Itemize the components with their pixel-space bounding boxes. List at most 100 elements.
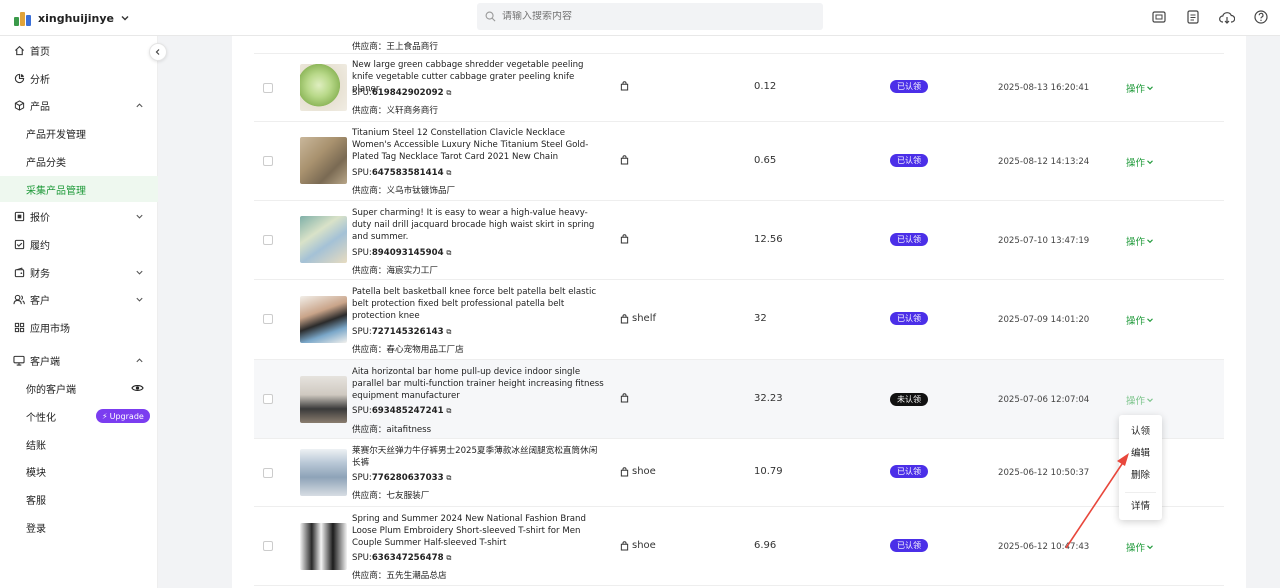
sidebar-item-your-client[interactable]: 你的客户端 [0,375,158,401]
workspace-name: xinghuijinye [38,11,115,25]
chevron-down-icon [1147,239,1153,244]
sidebar: 首页 分析 产品 产品开发管理 产品分类 采集产品管理 报价 履约 财务 客户 … [0,36,158,588]
actions-dropdown[interactable]: 操作 [1126,540,1154,554]
document-icon[interactable] [1184,8,1202,26]
product-title[interactable]: 莱赛尔天丝弹力牛仔裤男士2025夏季薄款冰丝阔腿宽松直筒休闲长裤 [352,445,604,469]
shopping-bag-icon [620,313,629,324]
actions-dropdown[interactable]: 操作 [1126,393,1154,407]
copy-icon[interactable]: ⧉ [446,89,451,97]
search-box[interactable] [477,3,823,30]
chevron-up-icon [136,357,143,362]
date-text: 2025-07-09 14:01:20 [998,315,1090,325]
table-row: Patella belt basketball knee force belt … [254,280,1224,360]
search-input[interactable] [502,11,802,22]
row-checkbox[interactable] [263,394,273,404]
product-thumbnail[interactable] [300,64,347,111]
help-icon[interactable] [1252,8,1270,26]
spu-text: SPU:647583581414 ⧉ [352,168,451,178]
actions-dropdown[interactable]: 操作 [1126,234,1154,248]
date-text: 2025-06-12 10:50:37 [998,468,1090,478]
menu-item-delete[interactable]: 删除 [1119,467,1162,481]
sidebar-item-app-market[interactable]: 应用市场 [0,314,158,340]
tag-cell[interactable] [620,81,632,91]
copy-icon[interactable]: ⧉ [446,249,451,257]
status-badge: 已认领 [890,233,928,246]
upgrade-badge[interactable]: ⚡ Upgrade [96,409,150,423]
menu-item-claim[interactable]: 认领 [1119,423,1162,437]
tag-cell[interactable] [620,393,632,403]
tag-cell[interactable] [620,234,632,244]
sidebar-item-product-category[interactable]: 产品分类 [0,148,158,174]
sidebar-item-home[interactable]: 首页 [0,37,158,63]
product-thumbnail[interactable] [300,137,347,184]
finance-icon [13,266,25,278]
status-badge: 未认领 [890,393,928,406]
product-title[interactable]: Titanium Steel 12 Constellation Clavicle… [352,127,604,163]
row-checkbox[interactable] [263,468,273,478]
status-badge: 已认领 [890,80,928,93]
product-thumbnail[interactable] [300,523,347,570]
copy-icon[interactable]: ⧉ [446,474,451,482]
product-title[interactable]: Super charming! It is easy to wear a hig… [352,207,604,243]
table-row: 供应商：王上食品商行 [254,36,1224,54]
product-thumbnail[interactable] [300,296,347,343]
tag-cell[interactable]: shelf [620,313,656,324]
menu-item-details[interactable]: 详情 [1119,498,1162,512]
row-checkbox[interactable] [263,314,273,324]
eye-icon[interactable] [131,383,144,393]
sidebar-item-fulfillment[interactable]: 履约 [0,231,158,257]
product-title[interactable]: Patella belt basketball knee force belt … [352,286,604,322]
search-icon [485,11,496,22]
sidebar-item-label: 履约 [30,240,50,252]
sidebar-collapse-button[interactable] [149,43,167,61]
copy-icon[interactable]: ⧉ [446,407,451,415]
row-checkbox[interactable] [263,235,273,245]
sidebar-item-product-dev[interactable]: 产品开发管理 [0,120,158,146]
spu-value: 693485247241 [371,406,444,416]
sidebar-item-collected-products[interactable]: 采集产品管理 [0,176,158,202]
product-table: 供应商：王上食品商行 New large green cabbage shred… [232,36,1246,588]
sidebar-item-client[interactable]: 客户端 [0,347,158,373]
upgrade-label: Upgrade [109,411,144,421]
sidebar-item-login[interactable]: 登录 [0,514,158,540]
sidebar-item-quote[interactable]: 报价 [0,203,158,229]
sidebar-item-customers[interactable]: 客户 [0,286,158,312]
sidebar-item-modules[interactable]: 模块 [0,458,158,484]
menu-item-edit[interactable]: 编辑 [1119,445,1162,459]
shopping-bag-icon [620,81,629,91]
product-thumbnail[interactable] [300,449,347,496]
copy-icon[interactable]: ⧉ [446,169,451,177]
workspace-switcher[interactable]: xinghuijinye [14,8,131,28]
product-title[interactable]: Spring and Summer 2024 New National Fash… [352,513,604,549]
sidebar-item-checkout[interactable]: 结账 [0,431,158,457]
actions-dropdown[interactable]: 操作 [1126,313,1154,327]
table-row: Super charming! It is easy to wear a hig… [254,201,1224,280]
tag-cell[interactable] [620,155,632,165]
spu-text: SPU:619842902092 ⧉ [352,88,451,98]
product-thumbnail[interactable] [300,216,347,263]
product-title[interactable]: Aita horizontal bar home pull-up device … [352,366,604,402]
shopping-bag-icon [620,540,629,551]
actions-menu: 认领 编辑 删除 详情 [1119,415,1162,520]
actions-dropdown[interactable]: 操作 [1126,155,1154,169]
cloud-download-icon[interactable] [1218,8,1236,26]
table-row: Aita horizontal bar home pull-up device … [254,360,1224,439]
screen-record-icon[interactable] [1150,8,1168,26]
copy-icon[interactable]: ⧉ [446,328,451,336]
row-checkbox[interactable] [263,83,273,93]
sidebar-item-products[interactable]: 产品 [0,92,158,118]
sidebar-item-support[interactable]: 客服 [0,486,158,512]
sidebar-item-personalize[interactable]: 个性化 ⚡ Upgrade [0,403,158,429]
spu-label: SPU: [352,553,372,563]
actions-dropdown[interactable]: 操作 [1126,81,1154,95]
sidebar-item-analysis[interactable]: 分析 [0,65,158,91]
tag-cell[interactable]: shoe [620,540,656,551]
product-thumbnail[interactable] [300,376,347,423]
supplier-text: 供应商：义轩商务商行 [352,106,438,116]
tag-cell[interactable]: shoe [620,466,656,477]
chevron-up-icon [136,102,143,107]
row-checkbox[interactable] [263,541,273,551]
row-checkbox[interactable] [263,156,273,166]
sidebar-item-finance[interactable]: 财务 [0,259,158,285]
copy-icon[interactable]: ⧉ [446,554,451,562]
